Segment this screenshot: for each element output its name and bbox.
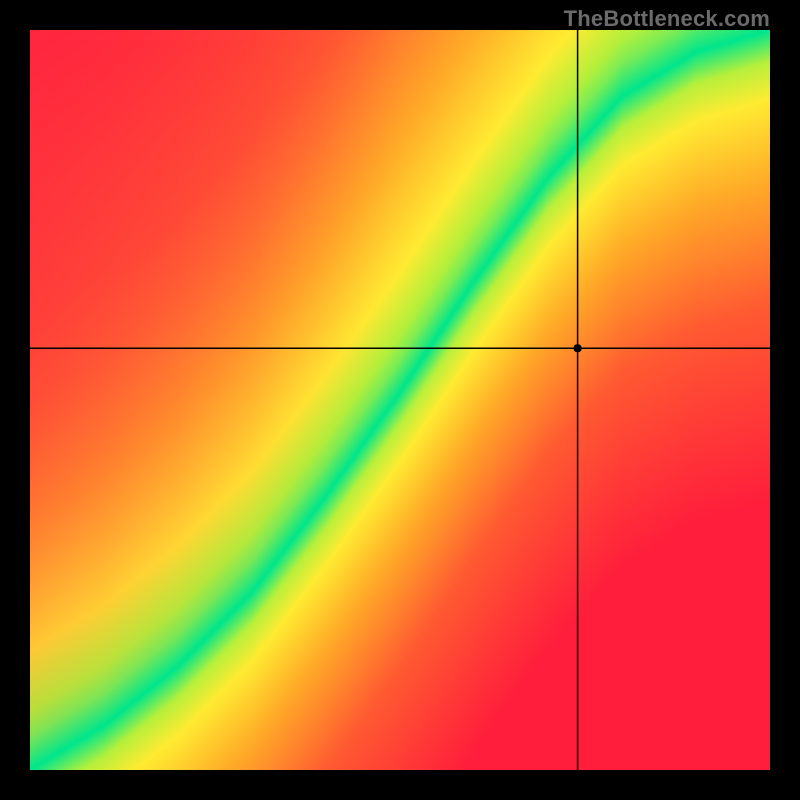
chart-stage: TheBottleneck.com: [0, 0, 800, 800]
heatmap-canvas: [30, 30, 770, 770]
heatmap-plot: [30, 30, 770, 770]
watermark-text: TheBottleneck.com: [564, 6, 770, 32]
